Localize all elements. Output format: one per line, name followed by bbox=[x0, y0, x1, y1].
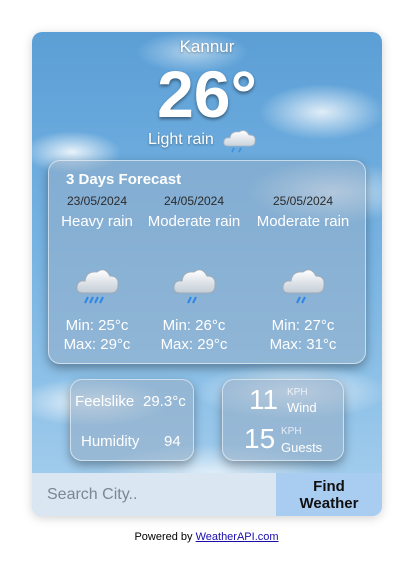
current-condition: Light rain bbox=[148, 126, 258, 154]
feelslike-value: 29.3°c bbox=[143, 393, 186, 410]
moderate-rain-cloud-icon bbox=[281, 263, 327, 309]
forecast-day: 23/05/2024 Heavy rain Min: 25°c Max: 29°… bbox=[42, 193, 152, 353]
light-rain-cloud-icon bbox=[222, 126, 258, 154]
humidity-value: 94 bbox=[164, 433, 181, 450]
forecast-panel: 3 Days Forecast 23/05/2024 Heavy rain Mi… bbox=[48, 160, 366, 364]
forecast-title: 3 Days Forecast bbox=[66, 171, 182, 188]
wind-unit: KPH bbox=[287, 387, 308, 398]
current-temperature: 26° bbox=[157, 57, 257, 131]
find-weather-button[interactable]: Find Weather bbox=[276, 473, 382, 516]
feelslike-label: Feelslike bbox=[75, 393, 135, 410]
weather-card: Kannur 26° Light rain 3 Days Forecast 23… bbox=[32, 32, 382, 516]
current-condition-text: Light rain bbox=[148, 131, 214, 148]
humidity-label: Humidity bbox=[81, 433, 140, 450]
forecast-condition: Moderate rain bbox=[256, 213, 350, 230]
forecast-day: 24/05/2024 Moderate rain Min: 26°c Max: bbox=[139, 193, 249, 353]
moderate-rain-cloud-icon bbox=[172, 263, 218, 309]
search-city-input[interactable] bbox=[32, 473, 276, 516]
forecast-min-temp: Min: 26°c bbox=[162, 317, 226, 334]
forecast-max-temp: Max: 29°c bbox=[63, 336, 131, 353]
weatherapi-link[interactable]: WeatherAPI.com bbox=[196, 531, 279, 543]
footer: Powered by WeatherAPI.com bbox=[0, 531, 413, 543]
forecast-condition: Moderate rain bbox=[147, 213, 241, 230]
guests-label: Guests bbox=[281, 440, 323, 455]
forecast-date: 24/05/2024 bbox=[163, 194, 225, 208]
wind-value: 11 bbox=[249, 384, 279, 415]
wind-guests-panel: 11 KPH Wind 15 KPH Guests bbox=[222, 379, 344, 461]
forecast-max-temp: Max: 29°c bbox=[160, 336, 228, 353]
feelslike-humidity-panel: Feelslike 29.3°c Humidity 94 bbox=[70, 379, 194, 461]
guests-unit: KPH bbox=[281, 426, 302, 437]
forecast-max-temp: Max: 31°c bbox=[269, 336, 337, 353]
forecast-condition: Heavy rain bbox=[61, 213, 133, 230]
heavy-rain-cloud-icon bbox=[75, 263, 121, 309]
guests-value: 15 bbox=[244, 423, 276, 454]
footer-prefix: Powered by bbox=[134, 531, 196, 543]
wind-label: Wind bbox=[287, 400, 317, 415]
forecast-day: 25/05/2024 Moderate rain Min: 27°c Max: bbox=[248, 193, 358, 353]
forecast-date: 25/05/2024 bbox=[272, 194, 334, 208]
forecast-min-temp: Min: 27°c bbox=[271, 317, 335, 334]
forecast-min-temp: Min: 25°c bbox=[65, 317, 129, 334]
forecast-date: 23/05/2024 bbox=[66, 194, 128, 208]
